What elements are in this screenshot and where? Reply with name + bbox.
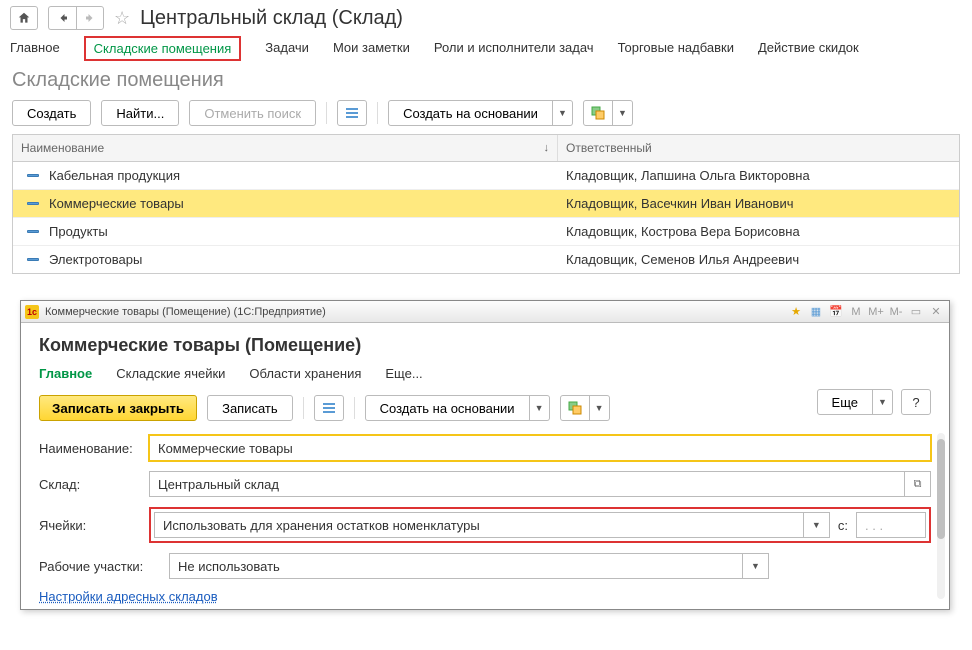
command-bar: Главное Складские помещения Задачи Мои з… [0, 32, 972, 65]
chevron-down-icon: ▼ [558, 108, 567, 118]
cells-dropdown-button[interactable]: ▼ [804, 512, 830, 538]
dlg-create-based-on-button[interactable]: Создать на основании [365, 395, 530, 421]
window-restore-button[interactable]: ▭ [907, 305, 925, 318]
separator [354, 397, 355, 419]
save-button[interactable]: Записать [207, 395, 293, 421]
row-marker-icon [27, 258, 39, 261]
gear-icon [591, 106, 605, 120]
create-based-on-dropdown[interactable]: ▼ [553, 100, 573, 126]
tab-markups[interactable]: Торговые надбавки [618, 36, 734, 61]
work-areas-select[interactable]: Не использовать [169, 553, 743, 579]
table-row[interactable]: Продукты Кладовщик, Кострова Вера Борисо… [13, 218, 959, 246]
separator [377, 102, 378, 124]
dlg-tab-areas[interactable]: Области хранения [249, 364, 361, 383]
rooms-table: Наименование ↓ Ответственный Кабельная п… [12, 134, 960, 274]
tab-main[interactable]: Главное [10, 36, 60, 61]
tab-storage-rooms[interactable]: Складские помещения [84, 36, 242, 61]
open-ref-icon: ⧉ [914, 478, 922, 491]
dialog-titlebar[interactable]: 1c Коммерческие товары (Помещение) (1С:П… [21, 301, 949, 323]
dlg-tab-more[interactable]: Еще... [385, 364, 422, 383]
cells-select[interactable]: Использовать для хранения остатков номен… [154, 512, 804, 538]
dlg-settings-dropdown[interactable]: ▼ [590, 395, 610, 421]
app-1c-icon: 1c [25, 305, 39, 319]
grid-icon[interactable]: ▦ [807, 305, 825, 318]
favorite-star-icon[interactable]: ☆ [114, 8, 130, 29]
dlg-tab-main[interactable]: Главное [39, 364, 92, 383]
warehouse-input[interactable]: Центральный склад [149, 471, 905, 497]
scrollbar-thumb[interactable] [937, 439, 945, 539]
label-c: с: [838, 518, 848, 533]
section-title: Складские помещения [0, 65, 972, 100]
row-marker-icon [27, 230, 39, 233]
calc-mplus-button[interactable]: M+ [867, 306, 885, 318]
favorite-icon[interactable]: ★ [787, 305, 805, 318]
open-reference-button[interactable]: ⧉ [905, 471, 931, 497]
settings-dropdown[interactable]: ▼ [613, 100, 633, 126]
table-row[interactable]: Электротовары Кладовщик, Семенов Илья Ан… [13, 246, 959, 273]
more-dropdown[interactable]: ▼ [873, 389, 893, 415]
column-header-name[interactable]: Наименование ↓ [13, 135, 558, 161]
more-button[interactable]: Еще [817, 389, 873, 415]
find-button[interactable]: Найти... [101, 100, 179, 126]
save-close-button[interactable]: Записать и закрыть [39, 395, 197, 421]
chevron-down-icon: ▼ [751, 561, 760, 571]
chevron-down-icon: ▼ [535, 403, 544, 413]
list-icon [323, 402, 335, 414]
label-cells: Ячейки: [39, 518, 149, 533]
list-view-button[interactable] [314, 395, 344, 421]
gear-icon [568, 401, 582, 415]
scrollbar[interactable] [937, 433, 945, 599]
home-icon [17, 11, 31, 25]
work-areas-dropdown-button[interactable]: ▼ [743, 553, 769, 579]
separator [326, 102, 327, 124]
arrow-left-icon [57, 12, 69, 24]
tab-tasks[interactable]: Задачи [265, 36, 309, 61]
row-marker-icon [27, 174, 39, 177]
column-header-responsible[interactable]: Ответственный [558, 135, 959, 161]
calc-m-button[interactable]: M [847, 306, 865, 318]
chevron-down-icon: ▼ [878, 397, 887, 407]
tab-discounts[interactable]: Действие скидок [758, 36, 859, 61]
dialog-heading: Коммерческие товары (Помещение) [39, 335, 931, 356]
arrow-right-icon [84, 12, 96, 24]
label-warehouse: Склад: [39, 477, 149, 492]
calc-mminus-button[interactable]: M- [887, 306, 905, 318]
label-name: Наименование: [39, 441, 149, 456]
row-marker-icon [27, 202, 39, 205]
create-based-on-button[interactable]: Создать на основании [388, 100, 553, 126]
settings-button[interactable] [583, 100, 613, 126]
chevron-down-icon: ▼ [812, 520, 821, 530]
chevron-down-icon: ▼ [595, 403, 604, 413]
dlg-tab-cells[interactable]: Складские ячейки [116, 364, 225, 383]
cancel-search-button[interactable]: Отменить поиск [189, 100, 316, 126]
table-row[interactable]: Коммерческие товары Кладовщик, Васечкин … [13, 190, 959, 218]
calendar-icon[interactable]: 📅 [827, 305, 845, 318]
dlg-settings-button[interactable] [560, 395, 590, 421]
home-button[interactable] [10, 6, 38, 30]
nav-forward-button[interactable] [76, 6, 104, 30]
date-from-input[interactable]: . . . [856, 512, 926, 538]
room-edit-dialog: 1c Коммерческие товары (Помещение) (1С:П… [20, 300, 950, 610]
dlg-create-based-on-dropdown[interactable]: ▼ [530, 395, 550, 421]
chevron-down-icon: ▼ [618, 108, 627, 118]
label-work-areas: Рабочие участки: [39, 559, 169, 574]
tab-my-notes[interactable]: Мои заметки [333, 36, 410, 61]
tab-roles[interactable]: Роли и исполнители задач [434, 36, 594, 61]
list-view-button[interactable] [337, 100, 367, 126]
nav-back-button[interactable] [48, 6, 76, 30]
create-button[interactable]: Создать [12, 100, 91, 126]
help-button[interactable]: ? [901, 389, 931, 415]
table-row[interactable]: Кабельная продукция Кладовщик, Лапшина О… [13, 162, 959, 190]
list-icon [346, 107, 358, 119]
dialog-title: Коммерческие товары (Помещение) (1С:Пред… [45, 306, 787, 318]
address-warehouse-settings-link[interactable]: Настройки адресных складов [39, 589, 218, 604]
window-close-button[interactable]: ✕ [927, 305, 945, 318]
page-title: Центральный склад (Склад) [140, 7, 403, 30]
sort-asc-icon: ↓ [544, 142, 550, 154]
separator [303, 397, 304, 419]
name-input[interactable]: Коммерческие товары [149, 435, 931, 461]
